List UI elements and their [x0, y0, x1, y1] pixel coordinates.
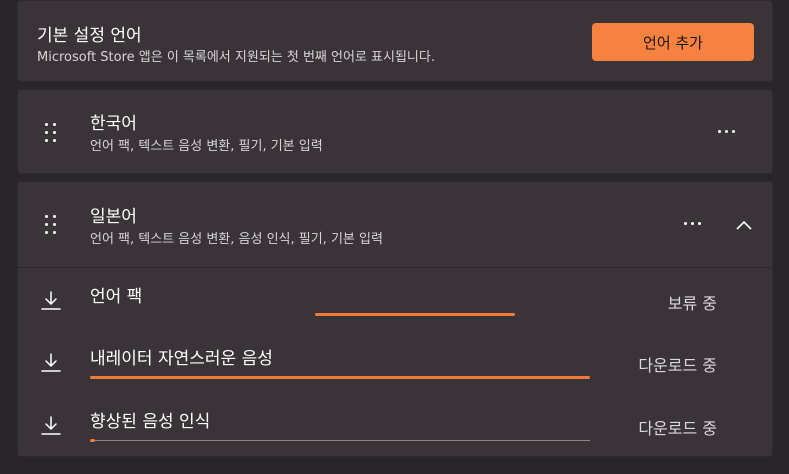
download-icon	[41, 416, 61, 435]
download-status: 보류 중	[667, 294, 717, 313]
preferred-language-title: 기본 설정 언어	[37, 26, 142, 46]
language-name: 일본어	[90, 207, 137, 227]
progress-bar-fill	[90, 376, 590, 379]
more-options-icon[interactable]	[718, 129, 738, 135]
download-label: 언어 팩	[90, 287, 143, 307]
preferred-language-description: Microsoft Store 앱은 이 목록에서 지원되는 첫 번째 언어로 …	[37, 50, 435, 65]
language-features: 언어 팩, 텍스트 음성 변환, 음성 인식, 필기, 기본 입력	[90, 232, 383, 247]
drag-grip-icon[interactable]	[45, 215, 59, 235]
download-status: 다운로드 중	[638, 356, 717, 375]
preferred-language-card: 기본 설정 언어 Microsoft Store 앱은 이 목록에서 지원되는 …	[17, 0, 773, 82]
add-language-button[interactable]: 언어 추가	[592, 23, 754, 61]
more-options-icon[interactable]	[684, 221, 704, 227]
chevron-up-icon[interactable]	[735, 219, 753, 231]
progress-bar-fill	[90, 439, 95, 442]
download-label: 향상된 음성 인식	[90, 412, 211, 432]
download-icon	[41, 353, 61, 372]
language-item-korean[interactable]: 한국어 언어 팩, 텍스트 음성 변환, 필기, 기본 입력	[17, 89, 773, 174]
divider	[18, 267, 772, 268]
download-label: 내레이터 자연스러운 음성	[90, 349, 273, 369]
progress-track	[90, 440, 590, 441]
download-status: 다운로드 중	[638, 419, 717, 438]
indeterminate-progress-bar	[315, 313, 515, 316]
drag-grip-icon[interactable]	[45, 123, 59, 143]
download-icon	[41, 291, 61, 310]
language-name: 한국어	[90, 114, 137, 134]
language-item-japanese: 일본어 언어 팩, 텍스트 음성 변환, 음성 인식, 필기, 기본 입력 언어…	[17, 181, 773, 457]
language-features: 언어 팩, 텍스트 음성 변환, 필기, 기본 입력	[90, 139, 323, 154]
